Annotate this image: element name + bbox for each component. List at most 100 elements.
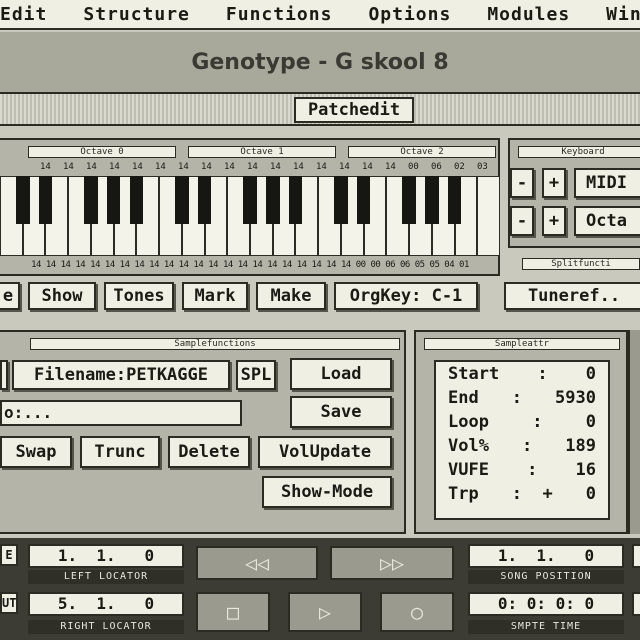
right-edge-top [632,544,640,568]
menu-bar: Edit Structure Functions Options Modules… [0,0,640,30]
key-number-label: 14 [247,162,258,172]
volupdate-button[interactable]: VolUpdate [258,436,392,468]
show-mode-button[interactable]: Show-Mode [262,476,392,508]
attr-row-loop[interactable]: Loop: 0 [448,412,596,432]
attr-row-vufe[interactable]: VUFE: 16 [448,460,596,480]
mark-button[interactable]: Mark [182,282,248,310]
piano-white-key[interactable] [477,176,500,256]
attr-row-end[interactable]: End: 5930 [448,388,596,408]
key-number-label: 14 [40,162,51,172]
right-scrollbar[interactable] [628,330,640,534]
piano-black-key[interactable] [402,176,416,224]
attr-row-start[interactable]: Start: 0 [448,364,596,384]
left-locator-display[interactable]: 1. 1. 0 [28,544,184,568]
keyboard-panel: Octave 0 Octave 1 Octave 2 14 14 14 14 14 14 1… [0,138,500,276]
attr-value: 16 [575,460,596,480]
key-number-label: 06 [431,162,442,172]
song-position-display[interactable]: 1. 1. 0 [468,544,624,568]
orgkey-field[interactable]: OrgKey: C-1 [334,282,478,310]
piano-black-key[interactable] [447,176,462,224]
octave-button[interactable]: Octa [574,206,640,236]
left-edge-bottom: UT [0,592,18,614]
key-number-label: 14 [316,162,327,172]
attr-row-trp[interactable]: Trp: + 0 [448,484,596,504]
delete-button[interactable]: Delete [168,436,250,468]
attr-label: Start [448,364,500,384]
key-number-label: 14 [63,162,74,172]
piano-black-key[interactable] [265,176,280,224]
play-button[interactable]: ▷ [288,592,362,632]
attr-label: Vol% [448,436,489,456]
menu-options[interactable]: Options [368,4,451,25]
show-button[interactable]: Show [28,282,96,310]
rewind-button[interactable]: ◁◁ [196,546,318,580]
piano-black-key[interactable] [106,176,121,224]
midi-button[interactable]: MIDI [574,168,640,198]
octave-up-button[interactable]: + [542,168,566,198]
piano-keyboard[interactable] [0,176,500,256]
piano-black-key[interactable] [425,176,439,224]
piano-black-key[interactable] [288,176,303,224]
window-title: Patchedit [294,97,414,123]
attr-label: Loop [448,412,489,432]
menu-window[interactable]: Windo [606,4,640,25]
octave-down-button[interactable]: - [510,168,534,198]
attr-row-vol[interactable]: Vol%: 189 [448,436,596,456]
keyboard-controls: Keyboard - + MIDI - + Octa [508,138,640,248]
piano-black-key[interactable] [15,176,30,224]
path-field[interactable]: o:... [0,400,242,426]
piano-black-key[interactable] [356,176,371,224]
transpose-down-button[interactable]: - [510,206,534,236]
stop-button[interactable]: □ [196,592,270,632]
menu-modules[interactable]: Modules [487,4,570,25]
attr-sep: : + [511,484,553,504]
spl-button[interactable]: SPL [236,360,276,390]
sample-functions-header: Samplefunctions [30,338,400,350]
attr-label: Trp [448,484,479,504]
menu-edit[interactable]: Edit [0,4,47,25]
right-locator-display[interactable]: 5. 1. 0 [28,592,184,616]
attr-sep: : [527,460,538,480]
key-number-label: 14 [293,162,304,172]
attr-sep: : [511,388,522,408]
overlay-banner: Genotype - G skool 8 [0,32,640,94]
piano-black-key[interactable] [175,176,189,224]
key-number-label: 14 [339,162,350,172]
swap-button[interactable]: Swap [0,436,72,468]
key-number-label: 14 [201,162,212,172]
e-button[interactable]: e [0,282,20,310]
piano-black-key[interactable] [129,176,144,224]
key-numbers-bottom: 14 14 14 14 14 14 14 14 14 14 14 14 14 1… [31,260,469,270]
key-number-label: 14 [132,162,143,172]
menu-functions[interactable]: Functions [226,4,333,25]
key-number-label: 03 [477,162,488,172]
key-number-label: 14 [385,162,396,172]
load-button[interactable]: Load [290,358,392,390]
piano-black-key[interactable] [197,176,212,224]
fast-forward-button[interactable]: ▷▷ [330,546,454,580]
tuneref-button[interactable]: Tuneref.. [504,282,640,310]
piano-black-key[interactable] [334,176,348,224]
key-number-label: 14 [86,162,97,172]
left-locator-label: LEFT LOCATOR [28,570,184,584]
piano-black-key[interactable] [84,176,98,224]
trunc-button[interactable]: Trunc [80,436,160,468]
record-button[interactable]: ○ [380,592,454,632]
right-locator-label: RIGHT LOCATOR [28,620,184,634]
key-number-label: 02 [454,162,465,172]
banner-title: Genotype - G skool 8 [191,49,449,75]
save-button[interactable]: Save [290,396,392,428]
attr-sep: : [537,364,548,384]
key-number-label: 00 [408,162,419,172]
piano-black-key[interactable] [243,176,257,224]
key-number-label: 14 [155,162,166,172]
tones-button[interactable]: Tones [104,282,174,310]
attr-value: 189 [565,436,596,456]
split-functions-header: Splitfuncti [522,258,640,270]
filename-field[interactable]: Filename:PETKAGGE [12,360,230,390]
piano-black-key[interactable] [38,176,53,224]
menu-structure[interactable]: Structure [83,4,190,25]
make-button[interactable]: Make [256,282,326,310]
smpte-display[interactable]: 0: 0: 0: 0 [468,592,624,616]
transpose-up-button[interactable]: + [542,206,566,236]
